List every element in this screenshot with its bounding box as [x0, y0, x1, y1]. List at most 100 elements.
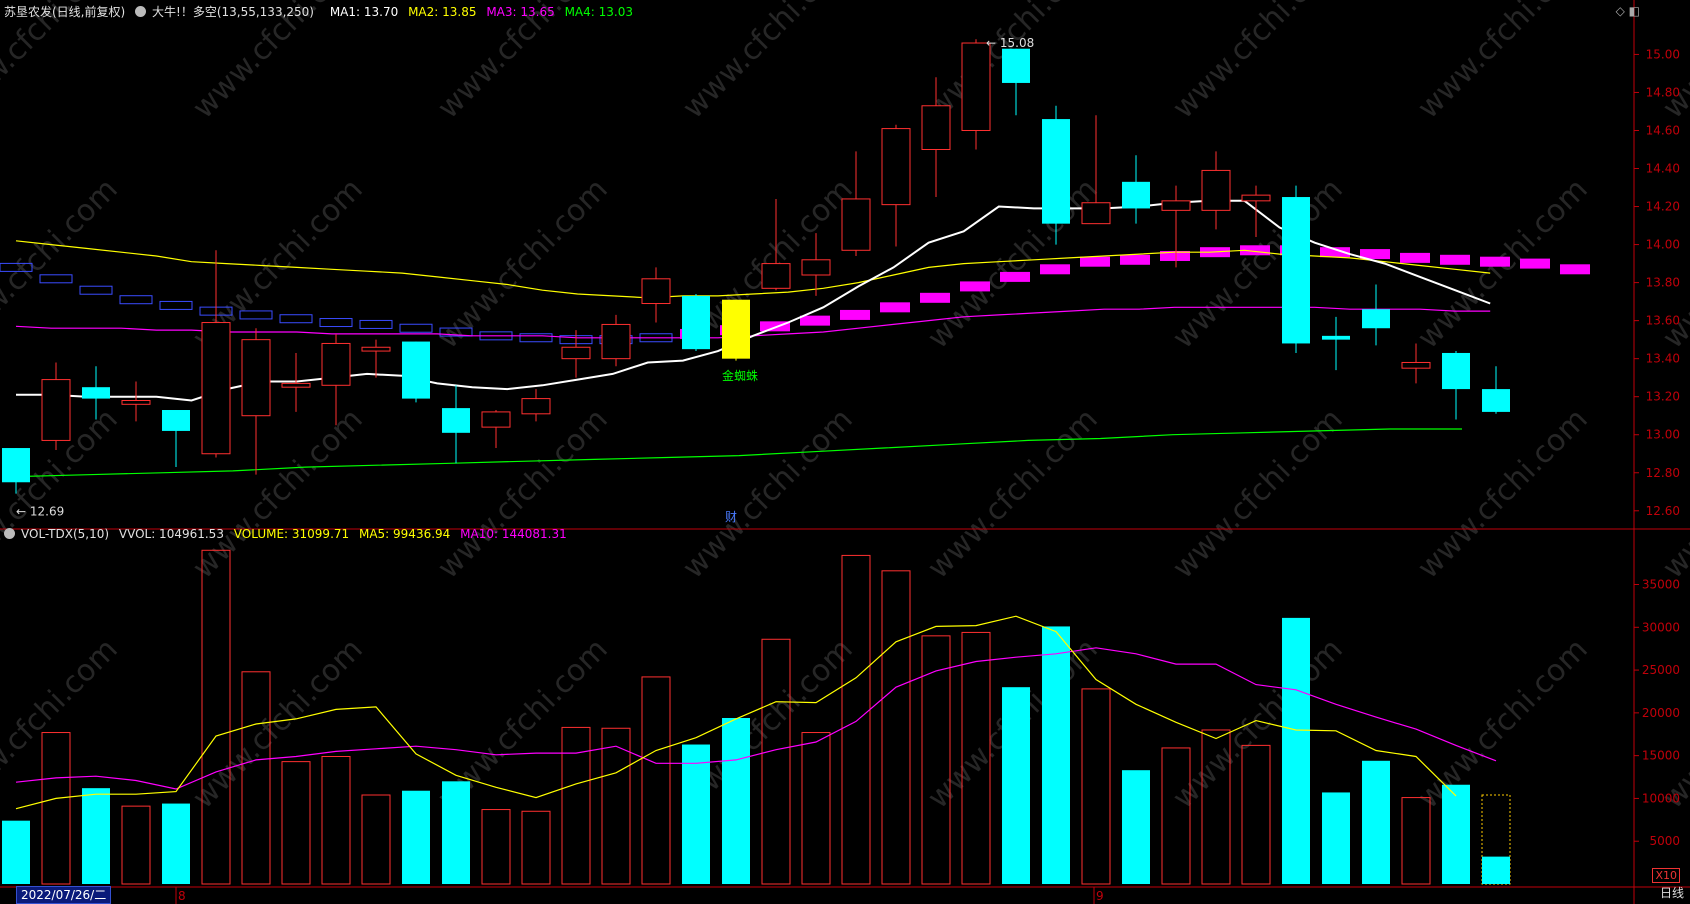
candle-body: [281, 382, 311, 388]
volume-bar: [121, 805, 151, 885]
scale-label[interactable]: X10: [1652, 868, 1680, 883]
volume-tick-label: 5000: [1649, 834, 1680, 848]
trend-band-step: [79, 285, 113, 295]
candle-body: [402, 341, 430, 399]
trend-band-step: [119, 295, 153, 305]
trend-band-step: [319, 318, 353, 328]
ma4-line: [15, 428, 1462, 478]
watermark-text: www.cfchi.com: [921, 172, 1105, 356]
ma4-value: MA4: 13.03: [564, 5, 633, 19]
volume-bar: [1442, 784, 1470, 884]
candle-body: [361, 346, 391, 352]
ma1-value: MA1: 13.70: [329, 5, 399, 19]
price-tick-label: 14.20: [1646, 200, 1680, 214]
trend-band-step: [1480, 256, 1510, 267]
price-header: 苏垦农发(日线,前复权) 大牛!！多空(13,55,133,250) MA1: …: [4, 2, 639, 22]
low-price-label: ← 12.69: [16, 505, 64, 519]
indicator-name[interactable]: 大牛!！多空(13,55,133,250): [152, 5, 314, 19]
candle-body: [521, 398, 551, 415]
volume-bar: [1081, 688, 1111, 885]
price-tick-label: 14.40: [1646, 162, 1680, 176]
indicator-menu-icon[interactable]: [135, 6, 147, 17]
trend-band-step: [1520, 258, 1550, 269]
volume-menu-icon[interactable]: [4, 528, 15, 539]
candle-body: [801, 259, 831, 276]
candle-body: [241, 339, 271, 417]
candle-body: [201, 322, 231, 455]
candle-body: [641, 278, 671, 305]
candle-body: [841, 198, 871, 251]
candle-body: [162, 410, 190, 431]
volume-indicator-name[interactable]: VOL-TDX(5,10): [21, 527, 109, 541]
vvol-value: VVOL: 104961.53: [118, 527, 224, 541]
watermark-text: www.cfchi.com: [676, 402, 860, 586]
period-label[interactable]: 日线: [1660, 884, 1684, 901]
candle-body: [1482, 389, 1510, 412]
watermark-text: www.cfchi.com: [1656, 0, 1690, 126]
trend-band-step: [800, 315, 830, 326]
price-tick-label: 13.60: [1646, 314, 1680, 328]
trend-band-step: [1440, 254, 1470, 265]
price-tick-label: 12.80: [1646, 466, 1680, 480]
candle-body: [1002, 48, 1030, 83]
trend-band-step: [1040, 264, 1070, 275]
watermark-text: www.cfchi.com: [1656, 632, 1690, 816]
volume-bar: [1362, 760, 1390, 884]
ma5-value: MA5: 99436.94: [358, 527, 451, 541]
volume-bar: [601, 727, 631, 885]
volume-tick-label: 15000: [1642, 749, 1680, 763]
price-tick-label: 14.60: [1646, 123, 1680, 137]
trend-band-step: [279, 314, 313, 324]
volume-tick-label: 25000: [1642, 663, 1680, 677]
candle-body: [1081, 202, 1111, 225]
trend-band-step: [920, 292, 950, 303]
volume-bar: [402, 790, 430, 884]
ma2-value: MA2: 13.85: [408, 5, 477, 19]
volume-bar: [841, 554, 871, 885]
stock-title: 苏垦农发(日线,前复权): [4, 5, 126, 19]
finance-marker: 财: [725, 510, 737, 524]
volume-bar: [162, 803, 190, 884]
candle-body: [2, 448, 30, 483]
high-price-label: ← 15.08: [986, 36, 1034, 50]
volume-bar: [1401, 797, 1431, 885]
ma3-value: MA3: 13.65: [486, 5, 555, 19]
trend-band-step: [399, 323, 433, 333]
candle-body: [321, 342, 351, 386]
candle-body: [561, 346, 591, 360]
volume-bar: [641, 676, 671, 885]
month-label: 8: [178, 889, 186, 903]
price-tick-label: 12.60: [1646, 504, 1680, 518]
panel-control-icons[interactable]: ◇ ◧: [1616, 4, 1640, 18]
candle-body: [682, 295, 710, 350]
price-tick-label: 13.40: [1646, 352, 1680, 366]
volume-bar: [281, 761, 311, 885]
candle-body: [1201, 169, 1231, 211]
price-tick-label: 13.20: [1646, 390, 1680, 404]
candle-body: [1042, 119, 1070, 224]
volume-bar: [521, 810, 551, 885]
volume-bar: [881, 570, 911, 885]
trend-band-step: [519, 333, 553, 343]
candle-body: [82, 387, 110, 399]
volume-bar: [321, 756, 351, 885]
trend-band-step: [359, 319, 393, 329]
candle-body: [442, 408, 470, 433]
volume-bar: [682, 744, 710, 884]
trend-band-step: [1000, 271, 1030, 282]
signal-label: 金蜘蛛: [722, 368, 758, 383]
candle-body: [881, 128, 911, 206]
volume-bar: [82, 788, 110, 884]
volume-bar: [2, 820, 30, 884]
watermark-text: www.cfchi.com: [1166, 402, 1350, 586]
watermark-text: www.cfchi.com: [1411, 0, 1595, 126]
volume-bar: [1042, 626, 1070, 884]
volume-bar: [1482, 856, 1510, 884]
volume-bar: [1161, 747, 1191, 885]
candle-body: [1161, 200, 1191, 211]
price-tick-label: 13.80: [1646, 276, 1680, 290]
watermark-text: www.cfchi.com: [921, 402, 1105, 586]
price-tick-label: 14.80: [1646, 85, 1680, 99]
volume-tick-label: 35000: [1642, 578, 1680, 592]
watermark-text: www.cfchi.com: [1166, 632, 1350, 816]
